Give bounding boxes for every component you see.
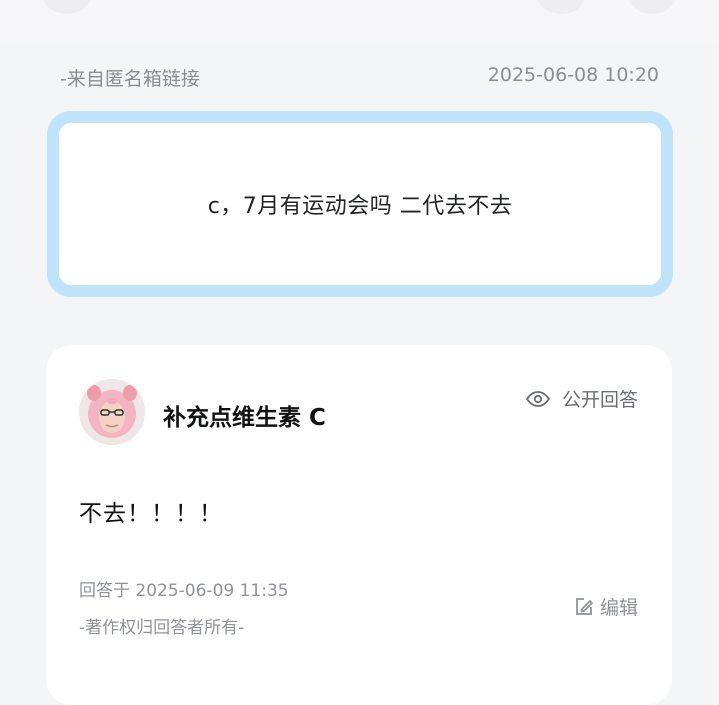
eye-icon [525, 390, 550, 407]
main-content: -来自匿名箱链接 2025-06-08 10:20 c，7月有运动会吗 二代去不… [0, 42, 719, 705]
avatar-image [79, 379, 145, 445]
visibility-status: 公开回答 [525, 385, 638, 412]
question-text: c，7月有运动会吗 二代去不去 [207, 194, 513, 219]
edit-button[interactable]: 编辑 [574, 593, 638, 620]
question-card: c，7月有运动会吗 二代去不去 [47, 111, 673, 297]
question-timestamp: 2025-06-08 10:20 [487, 64, 659, 86]
answer-card: 补充点维生素 C 公开回答 不去！！！！ 回答于 2025-06-09 11:3… [46, 345, 672, 705]
visibility-label: 公开回答 [561, 389, 638, 411]
question-source: -来自匿名箱链接 [60, 68, 200, 90]
answer-text: 不去！！！！ [79, 501, 223, 527]
top-right-button-2[interactable] [627, 0, 677, 14]
edit-label: 编辑 [599, 597, 638, 619]
answer-timestamp: 回答于 2025-06-09 11:35 [79, 581, 289, 601]
copyright-note: -著作权归回答者所有- [79, 618, 245, 638]
top-bar [0, 0, 719, 42]
top-right-button-1[interactable] [536, 0, 586, 14]
top-left-button[interactable] [42, 0, 92, 14]
author-name[interactable]: 补充点维生素 C [163, 398, 326, 432]
avatar[interactable] [79, 379, 145, 445]
edit-icon [576, 597, 593, 615]
